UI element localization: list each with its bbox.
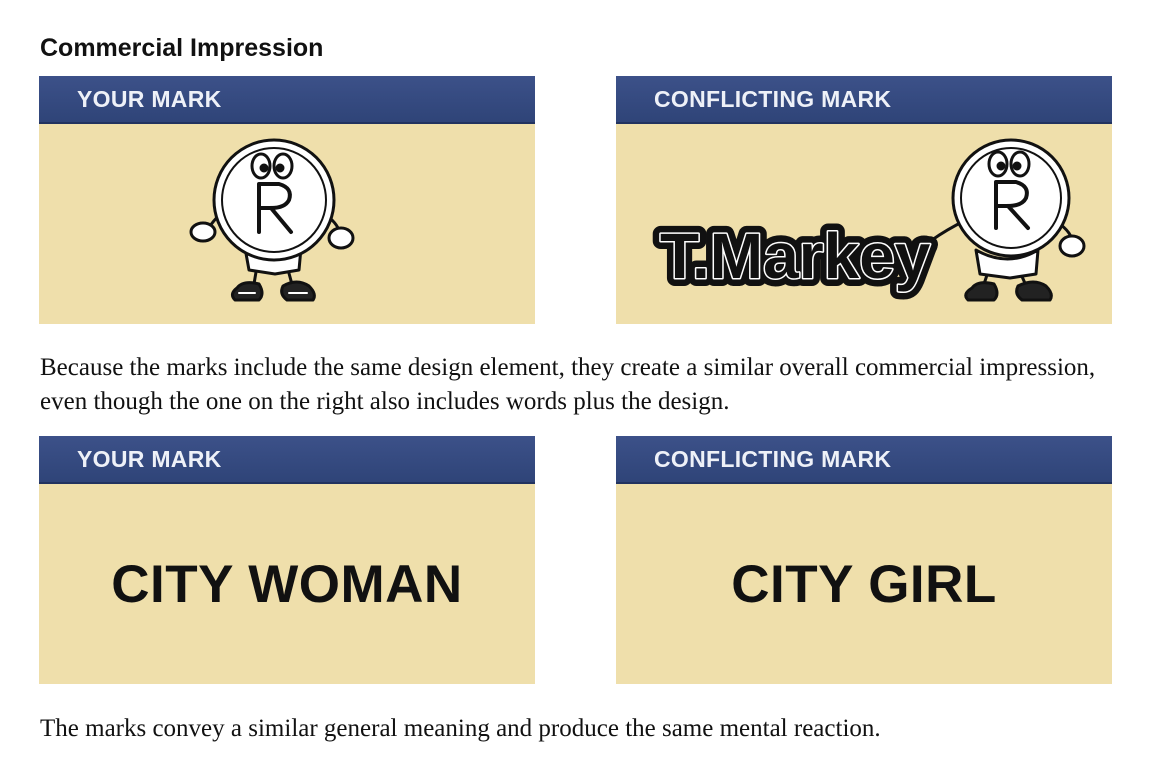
panel-header: CONFLICTING MARK [616, 436, 1112, 484]
example-2-caption: The marks convey a similar general meani… [40, 715, 881, 742]
panel-header: CONFLICTING MARK [616, 76, 1112, 124]
your-mark-panel-2: YOUR MARK CITY WOMAN [39, 436, 535, 684]
panel-header-label: YOUR MARK [77, 86, 222, 112]
panel-header-label: CONFLICTING MARK [654, 446, 892, 472]
your-mark-panel-1: YOUR MARK [39, 76, 535, 324]
city-girl-wordmark: CITY GIRL [731, 555, 997, 614]
panel-header-label: CONFLICTING MARK [654, 86, 892, 112]
conflicting-mark-panel-1: CONFLICTING MARK T.Markey T.Markey [616, 76, 1112, 324]
tmarkey-wordmark-fill: T.Markey [660, 220, 931, 292]
panel-header: YOUR MARK [39, 76, 535, 124]
panel-header: YOUR MARK [39, 436, 535, 484]
tmarkey-logo: T.Markey T.Markey [652, 138, 1086, 302]
conflicting-mark-panel-2: CONFLICTING MARK CITY GIRL [616, 436, 1112, 684]
panel-header-label: YOUR MARK [77, 446, 222, 472]
section-heading: Commercial Impression [40, 34, 324, 62]
city-woman-wordmark: CITY WOMAN [111, 555, 463, 614]
coin-mascot-logo [189, 138, 355, 302]
example-1-caption: Because the marks include the same desig… [40, 354, 1096, 415]
